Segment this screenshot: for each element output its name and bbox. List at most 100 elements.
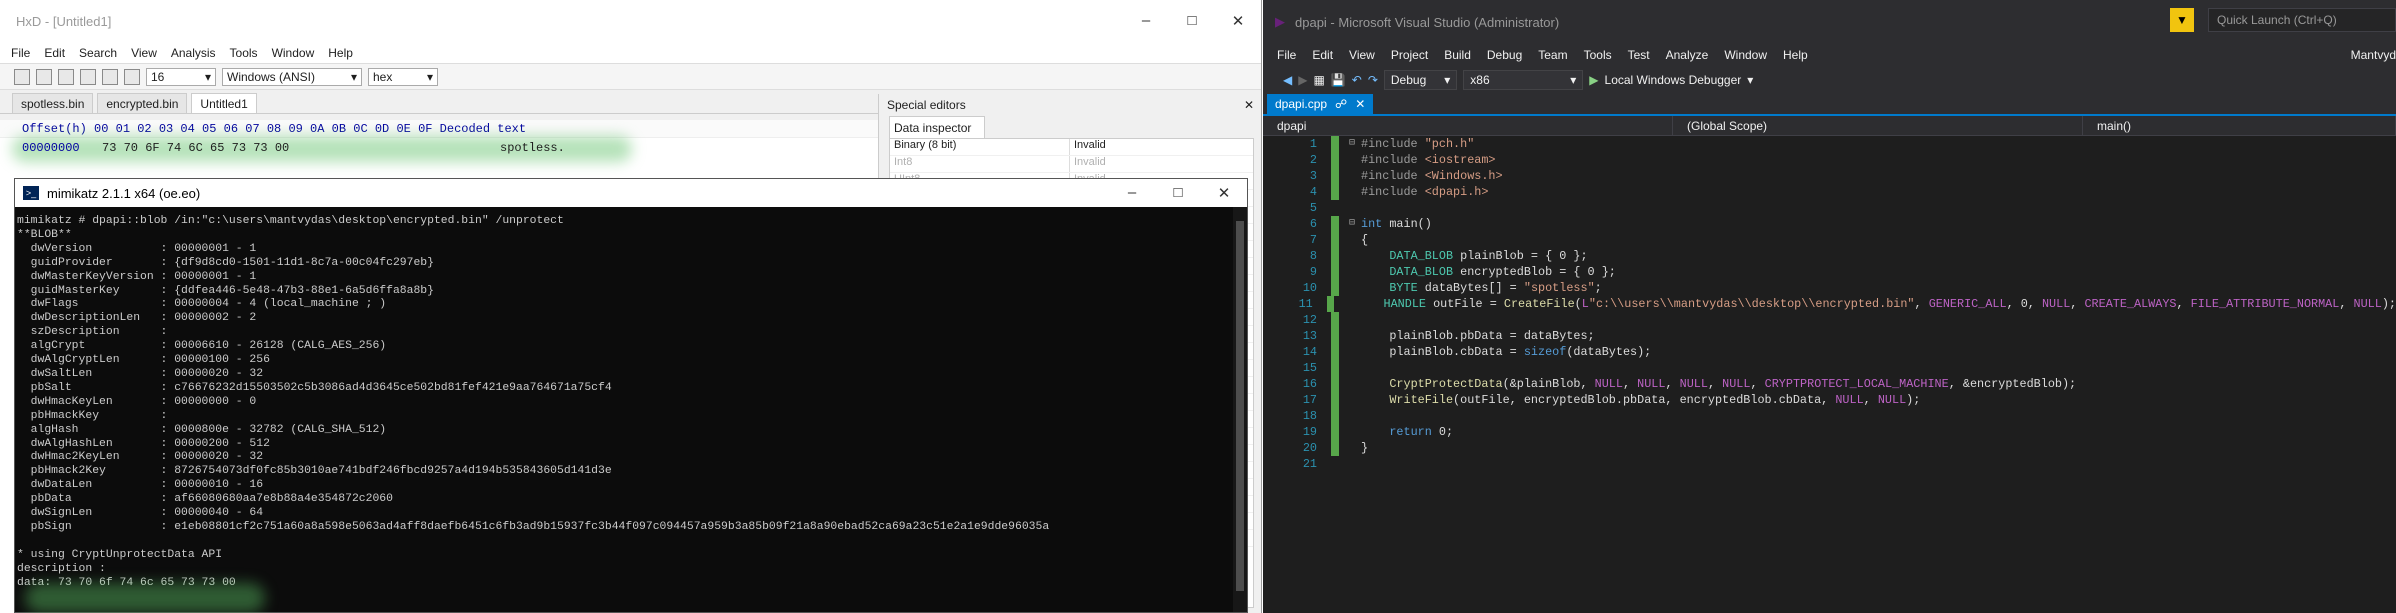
vs-menu-debug[interactable]: Debug bbox=[1479, 48, 1530, 62]
vs-menu-tools[interactable]: Tools bbox=[1576, 48, 1620, 62]
tab-dpapi-cpp[interactable]: dpapi.cpp ☍ ✕ bbox=[1267, 94, 1374, 114]
quick-launch-input[interactable]: Quick Launch (Ctrl+Q) bbox=[2208, 8, 2396, 32]
navigation-bar: dpapi (Global Scope) main() bbox=[1263, 116, 2396, 136]
vs-menu-view[interactable]: View bbox=[1341, 48, 1383, 62]
hxd-window: HxD - [Untitled1] – □ ✕ File Edit Search V… bbox=[0, 0, 1262, 613]
tab-untitled1[interactable]: Untitled1 bbox=[191, 93, 257, 113]
console-line: pbHmack2Key : 8726754073df0fc85b3010ae74… bbox=[30, 465, 612, 478]
console-line: algCrypt : 00006610 - 26128 (CALG_AES_25… bbox=[30, 340, 387, 353]
console-line: guidProvider : {df9d8cd0-1501-11d1-8c7a-… bbox=[30, 256, 434, 269]
hxd-toolbar: 16 ▾ Windows (ANSI) ▾ hex ▾ bbox=[0, 64, 1261, 90]
nav-project-select[interactable]: dpapi bbox=[1263, 116, 1673, 135]
forward-icon[interactable]: ▶ bbox=[1298, 73, 1307, 87]
save-all-icon[interactable] bbox=[80, 68, 96, 85]
inspector-row[interactable]: Binary (8 bit) Invalid bbox=[890, 139, 1253, 156]
vs-menu-test[interactable]: Test bbox=[1620, 48, 1658, 62]
mimikatz-titlebar: >_ mimikatz 2.1.1 x64 (oe.eo) – □ ✕ bbox=[15, 179, 1247, 207]
platform-select[interactable]: x86 ▾ bbox=[1463, 70, 1584, 90]
tab-data-inspector[interactable]: Data inspector bbox=[889, 116, 985, 138]
open-file-icon[interactable] bbox=[36, 68, 52, 85]
code-editor[interactable]: 1 ⊟ #include "pch.h" 2 #include <iostream> … bbox=[1263, 136, 2396, 613]
console-line: dwAlgCryptLen : 00000100 - 256 bbox=[30, 354, 270, 367]
vs-menu-window[interactable]: Window bbox=[1716, 48, 1775, 62]
menu-analysis[interactable]: Analysis bbox=[164, 46, 223, 60]
vs-menu-help[interactable]: Help bbox=[1775, 48, 1816, 62]
console-output: mimikatz # dpapi::blob /in:"c:\users\man… bbox=[15, 207, 1247, 590]
maximize-button[interactable]: □ bbox=[1155, 184, 1201, 202]
scrollbar-thumb[interactable] bbox=[1236, 221, 1244, 591]
close-button[interactable]: ✕ bbox=[1215, 12, 1261, 30]
new-project-icon[interactable]: ▦ bbox=[1313, 73, 1324, 87]
console-line: dwSignLen : 00000040 - 64 bbox=[30, 507, 264, 520]
console-line: pbHmackKey : bbox=[30, 409, 168, 422]
start-debugging-button[interactable]: ▶ Local Windows Debugger ▾ bbox=[1589, 73, 1753, 87]
nav-scope-select[interactable]: (Global Scope) bbox=[1673, 116, 2083, 135]
hex-decoded[interactable]: spotless. bbox=[500, 141, 565, 155]
user-name[interactable]: Mantvyd bbox=[2343, 48, 2396, 62]
console-line: dwDataLen : 00000010 - 16 bbox=[30, 479, 264, 492]
document-tabs: dpapi.cpp ☍ ✕ bbox=[1263, 94, 2396, 116]
close-icon[interactable]: ✕ bbox=[1244, 98, 1254, 112]
vs-menu-edit[interactable]: Edit bbox=[1304, 48, 1341, 62]
console-line: pbSign : e1eb08801cf2c751a60a8a598e5063a… bbox=[30, 520, 1050, 533]
menu-window[interactable]: Window bbox=[265, 46, 322, 60]
save-icon[interactable]: 💾 bbox=[1331, 73, 1346, 87]
menu-view[interactable]: View bbox=[124, 46, 164, 60]
vs-toolbar: ◀ ▶ ▦ 💾 ↶ ↷ Debug ▾ x86 ▾ ▶ Local Windows D… bbox=[1263, 66, 2396, 94]
tab-encrypted-bin[interactable]: encrypted.bin bbox=[97, 93, 188, 113]
print-icon[interactable] bbox=[102, 68, 118, 85]
console-line: dwDescriptionLen : 00000002 - 2 bbox=[30, 312, 257, 325]
inspector-type: Binary (8 bit) bbox=[890, 139, 1070, 155]
hex-bytes[interactable]: 73 70 6F 74 6C 65 73 73 00 bbox=[102, 141, 500, 155]
hex-row[interactable]: 00000000 73 70 6F 74 6C 65 73 73 00 spot… bbox=[0, 138, 878, 158]
columns-icon[interactable] bbox=[124, 68, 140, 85]
back-icon[interactable]: ◀ bbox=[1283, 73, 1292, 87]
console-line: dwHmacKeyLen : 00000000 - 0 bbox=[30, 395, 257, 408]
redo-icon[interactable]: ↷ bbox=[1368, 73, 1378, 87]
menu-edit[interactable]: Edit bbox=[37, 46, 72, 60]
vs-menubar: File Edit View Project Build Debug Team … bbox=[1263, 44, 2396, 66]
console-line: guidMasterKey : {ddfea446-5e48-47b3-88e1… bbox=[30, 284, 434, 297]
special-editors-title: Special editors bbox=[887, 98, 966, 112]
vs-logo-icon: ▶ bbox=[1275, 14, 1285, 29]
menu-search[interactable]: Search bbox=[72, 46, 124, 60]
hxd-menubar: File Edit Search View Analysis Tools Win… bbox=[0, 42, 1261, 64]
inspector-value: Invalid bbox=[1074, 156, 1106, 168]
vs-menu-analyze[interactable]: Analyze bbox=[1658, 48, 1717, 62]
vs-menu-team[interactable]: Team bbox=[1530, 48, 1575, 62]
console-line: pbSalt : c76676232d15503502c5b3086ad4d36… bbox=[30, 381, 612, 394]
vs-menu-build[interactable]: Build bbox=[1436, 48, 1479, 62]
console-line: **BLOB** bbox=[17, 228, 72, 241]
console-line: dwMasterKeyVersion : 00000001 - 1 bbox=[30, 270, 257, 283]
minimize-button[interactable]: – bbox=[1109, 184, 1155, 202]
tab-spotless-bin[interactable]: spotless.bin bbox=[12, 93, 94, 113]
menu-help[interactable]: Help bbox=[321, 46, 360, 60]
bytes-per-row-select[interactable]: 16 ▾ bbox=[146, 67, 216, 86]
hex-offset: 00000000 bbox=[22, 141, 80, 155]
vs-menu-file[interactable]: File bbox=[1269, 48, 1304, 62]
pin-icon[interactable]: ☍ bbox=[1335, 97, 1347, 111]
inspector-row[interactable]: Int8 Invalid bbox=[890, 156, 1253, 173]
configuration-select[interactable]: Debug ▾ bbox=[1383, 70, 1458, 90]
close-button[interactable]: ✕ bbox=[1201, 184, 1247, 202]
filter-icon[interactable]: ▼ bbox=[2170, 8, 2194, 32]
close-tab-icon[interactable]: ✕ bbox=[1355, 97, 1365, 111]
base-select[interactable]: hex ▾ bbox=[368, 67, 438, 86]
minimize-button[interactable]: – bbox=[1123, 12, 1169, 30]
save-icon[interactable] bbox=[58, 68, 74, 85]
mimikatz-console[interactable]: >_ mimikatz 2.1.1 x64 (oe.eo) – □ ✕ mimika… bbox=[14, 178, 1248, 613]
console-scrollbar[interactable] bbox=[1233, 207, 1247, 612]
console-line: dwHmac2KeyLen : 00000020 - 32 bbox=[30, 451, 264, 464]
menu-file[interactable]: File bbox=[4, 46, 37, 60]
play-icon: ▶ bbox=[1589, 73, 1599, 87]
new-file-icon[interactable] bbox=[14, 68, 30, 85]
maximize-button[interactable]: □ bbox=[1169, 12, 1215, 30]
vs-menu-project[interactable]: Project bbox=[1383, 48, 1436, 62]
undo-icon[interactable]: ↶ bbox=[1352, 73, 1362, 87]
visual-studio-window: ▶ dpapi - Microsoft Visual Studio (Admin… bbox=[1263, 0, 2396, 613]
hxd-titlebar: HxD - [Untitled1] – □ ✕ bbox=[0, 0, 1261, 42]
charset-select[interactable]: Windows (ANSI) ▾ bbox=[222, 67, 362, 86]
console-line: * using CryptUnprotectData API bbox=[17, 548, 223, 561]
nav-member-select[interactable]: main() bbox=[2083, 116, 2396, 135]
menu-tools[interactable]: Tools bbox=[223, 46, 265, 60]
